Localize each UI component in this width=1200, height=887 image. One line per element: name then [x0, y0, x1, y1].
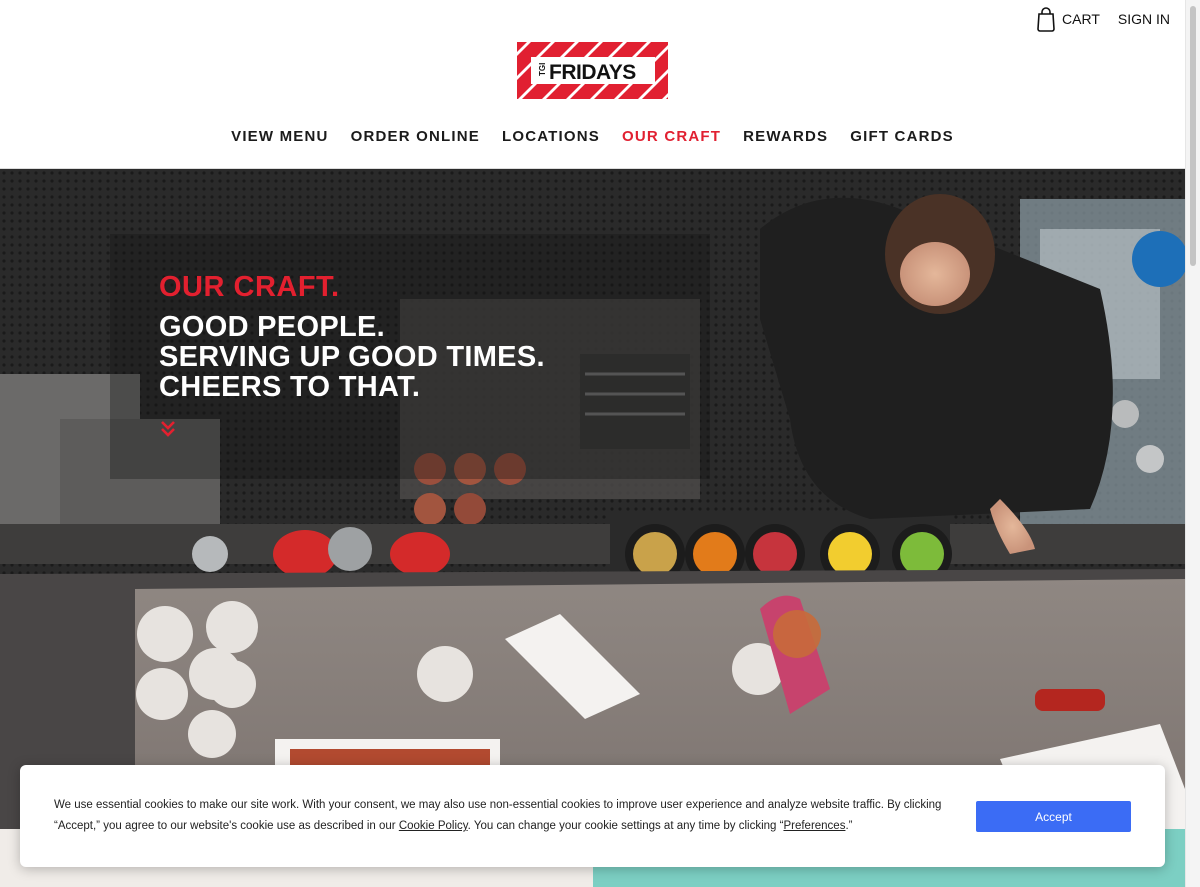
nav-order-online[interactable]: ORDER ONLINE: [351, 128, 480, 145]
scroll-down-icon[interactable]: [160, 419, 176, 439]
cart-label: CART: [1062, 11, 1100, 27]
site-header: CART SIGN IN TGI FRIDAYS VIEW MENU ORDER…: [0, 0, 1185, 169]
svg-text:FRIDAYS: FRIDAYS: [549, 61, 636, 84]
cookie-policy-link[interactable]: Cookie Policy: [399, 820, 468, 832]
hero-section: OUR CRAFT. GOOD PEOPLE. SERVING UP GOOD …: [0, 169, 1185, 829]
cookie-message: We use essential cookies to make our sit…: [54, 795, 954, 837]
scrollbar-thumb[interactable]: [1190, 6, 1196, 266]
nav-our-craft[interactable]: OUR CRAFT: [622, 128, 721, 145]
cart-link[interactable]: CART: [1036, 6, 1100, 32]
nav-locations[interactable]: LOCATIONS: [502, 128, 600, 145]
cookie-text-end: .”: [845, 820, 853, 832]
shopping-bag-icon: [1037, 7, 1055, 32]
svg-text:TGI: TGI: [538, 63, 547, 76]
nav-rewards[interactable]: REWARDS: [743, 128, 828, 145]
utility-nav: CART SIGN IN: [1036, 6, 1170, 32]
accept-cookies-button[interactable]: Accept: [976, 801, 1131, 832]
hero-line-1: GOOD PEOPLE.: [159, 311, 385, 343]
hero-line-3: CHEERS TO THAT.: [159, 371, 421, 403]
nav-gift-cards[interactable]: GIFT CARDS: [850, 128, 954, 145]
cookie-banner: We use essential cookies to make our sit…: [20, 765, 1165, 867]
tgi-fridays-logo[interactable]: TGI FRIDAYS: [517, 42, 668, 99]
cookie-text-middle: . You can change your cookie settings at…: [467, 820, 784, 832]
main-nav: VIEW MENU ORDER ONLINE LOCATIONS OUR CRA…: [0, 128, 1185, 145]
cookie-preferences-link[interactable]: Preferences: [783, 820, 845, 832]
page-scrollbar[interactable]: [1185, 0, 1200, 887]
nav-view-menu[interactable]: VIEW MENU: [231, 128, 328, 145]
hero-kicker: OUR CRAFT.: [159, 271, 340, 303]
hero-line-2: SERVING UP GOOD TIMES.: [159, 341, 545, 373]
sign-in-link[interactable]: SIGN IN: [1118, 11, 1170, 27]
